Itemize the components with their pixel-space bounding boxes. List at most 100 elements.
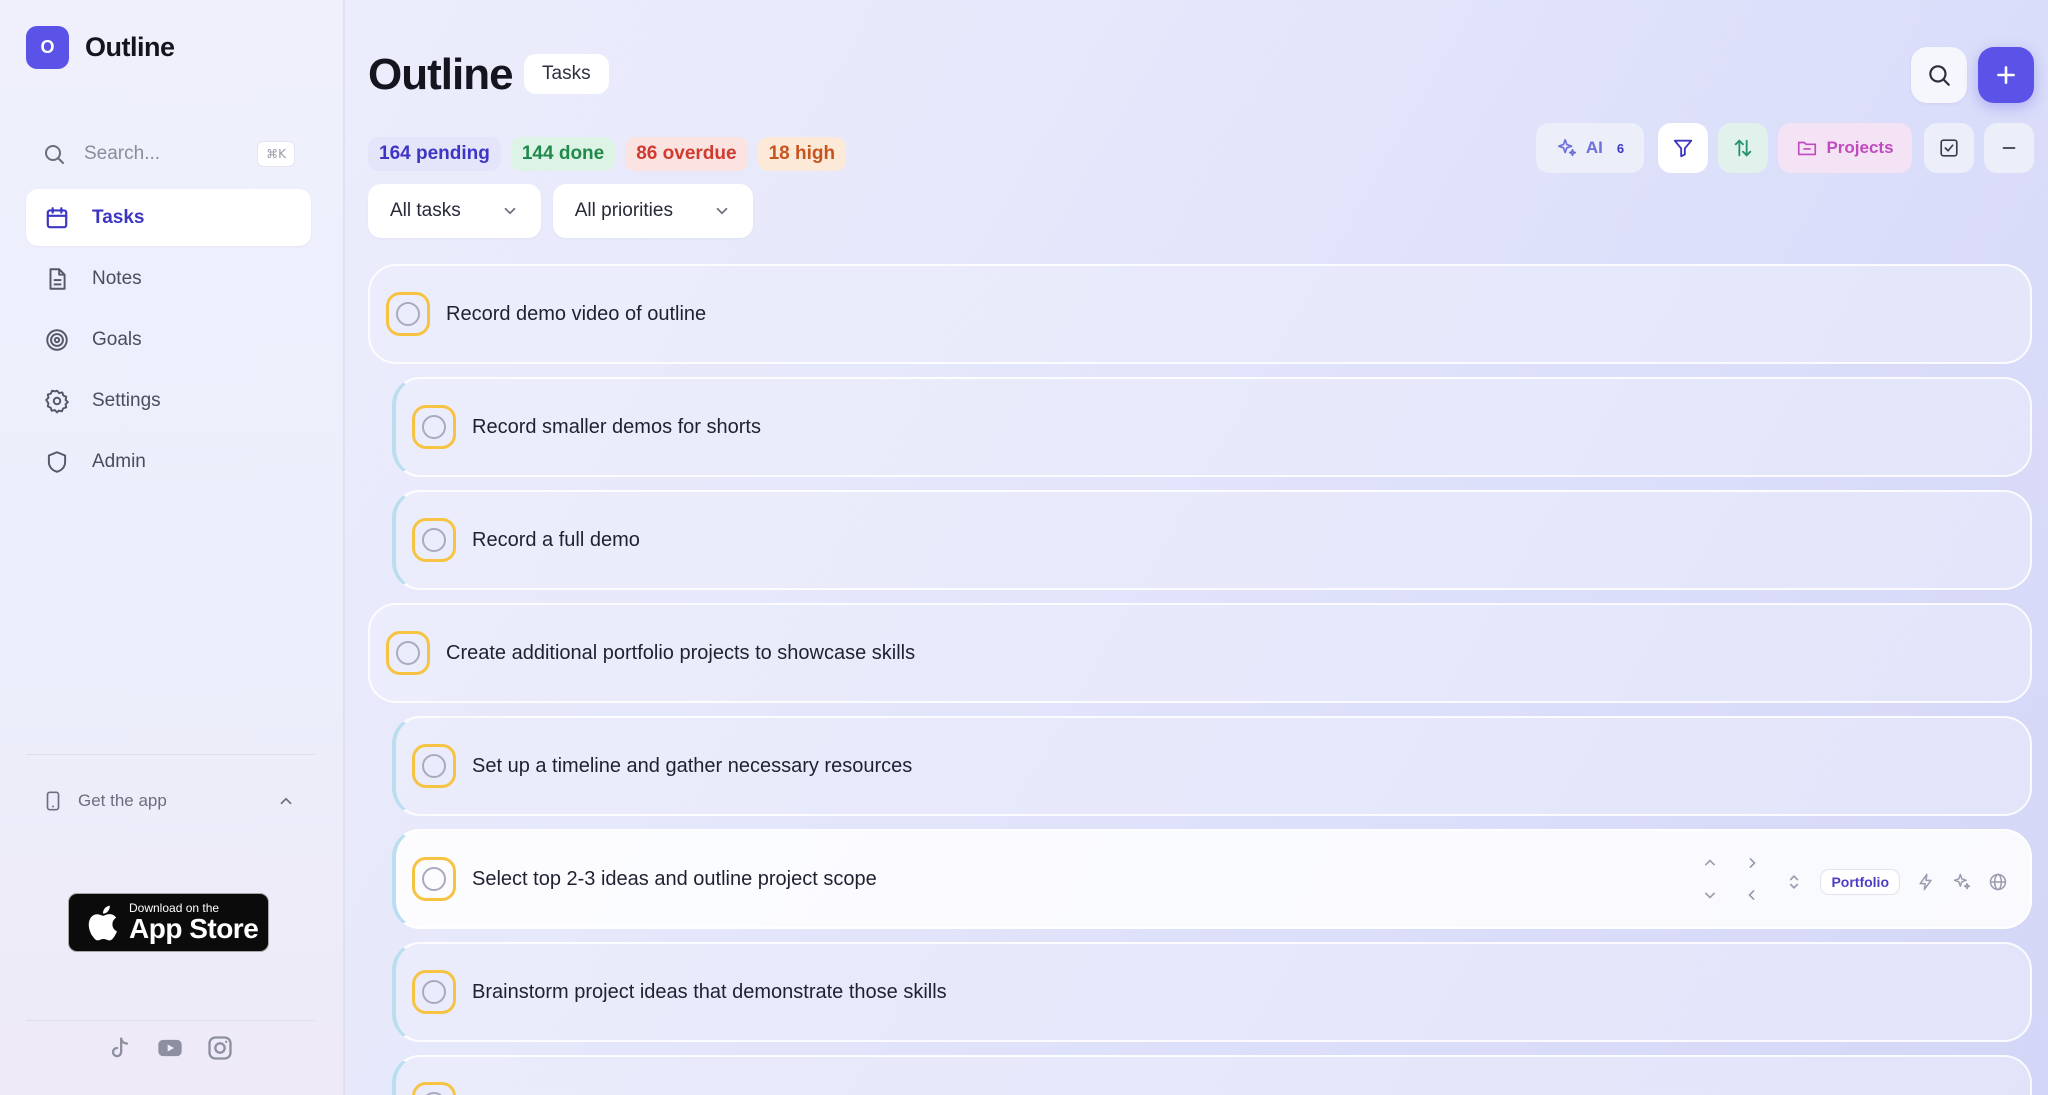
instagram-icon[interactable] bbox=[206, 1034, 234, 1062]
sidebar-item-label: Settings bbox=[92, 389, 161, 411]
sidebar-search[interactable]: Search... ⌘K bbox=[42, 138, 295, 170]
search-shortcut-badge: ⌘K bbox=[257, 141, 295, 167]
sidebar-item-settings[interactable]: Settings bbox=[26, 372, 311, 429]
sparkle-icon bbox=[1557, 138, 1576, 157]
task-checkbox[interactable] bbox=[386, 631, 430, 675]
task-checkbox[interactable] bbox=[412, 1082, 456, 1095]
subtask-item[interactable]: Brainstorm project ideas that demonstrat… bbox=[392, 942, 2032, 1042]
move-up-icon[interactable] bbox=[1700, 853, 1720, 873]
checkbox-ring bbox=[422, 980, 446, 1004]
checkbox-ring bbox=[396, 641, 420, 665]
sparkle-icon[interactable] bbox=[1952, 872, 1972, 892]
sidebar-item-tasks[interactable]: Tasks bbox=[26, 189, 311, 246]
task-checkbox[interactable] bbox=[412, 518, 456, 562]
sidebar-item-admin[interactable]: Admin bbox=[26, 433, 311, 490]
youtube-icon[interactable] bbox=[156, 1034, 184, 1062]
sidebar-nav: Tasks Notes Goals Settings Admin bbox=[26, 189, 311, 494]
expand-collapse-icon[interactable] bbox=[1784, 872, 1804, 892]
subtask-item[interactable]: Record a full demo bbox=[392, 490, 2032, 590]
tiktok-icon[interactable] bbox=[106, 1034, 134, 1062]
stat-done[interactable]: 144 done bbox=[510, 137, 616, 171]
shield-icon bbox=[47, 450, 67, 473]
indent-icon[interactable] bbox=[1742, 853, 1762, 873]
search-icon bbox=[1929, 65, 1950, 86]
filter-icon bbox=[1673, 139, 1693, 158]
collapse-button[interactable] bbox=[1984, 123, 2034, 173]
task-title: Record a full demo bbox=[472, 528, 640, 551]
stat-overdue[interactable]: 86 overdue bbox=[625, 137, 748, 171]
lightning-icon[interactable] bbox=[1916, 872, 1936, 892]
sidebar-item-label: Admin bbox=[92, 450, 146, 472]
target-icon bbox=[46, 328, 68, 351]
stat-high[interactable]: 18 high bbox=[757, 137, 847, 171]
sort-button[interactable] bbox=[1718, 123, 1768, 173]
task-item[interactable]: Create additional portfolio projects to … bbox=[368, 603, 2032, 703]
checkbox-ring bbox=[422, 415, 446, 439]
subtask-item[interactable]: Set up a timeline and gather necessary r… bbox=[392, 716, 2032, 816]
stat-pending[interactable]: 164 pending bbox=[368, 137, 501, 171]
view-chip[interactable]: Tasks bbox=[524, 54, 609, 94]
apple-icon bbox=[88, 905, 117, 940]
task-checkbox[interactable] bbox=[412, 405, 456, 449]
search-icon bbox=[45, 145, 64, 164]
task-checkbox[interactable] bbox=[412, 744, 456, 788]
ai-label: AI bbox=[1585, 138, 1603, 157]
plus-icon bbox=[1997, 66, 2015, 84]
search-button[interactable] bbox=[1911, 47, 1967, 103]
social-links bbox=[106, 1034, 234, 1062]
select-mode-button[interactable] bbox=[1924, 123, 1974, 173]
get-app-label: Get the app bbox=[78, 791, 167, 810]
chevron-down-icon bbox=[504, 207, 516, 215]
ai-button[interactable]: AI 6 bbox=[1536, 123, 1644, 173]
task-stats: 164 pending 144 done 86 overdue 18 high bbox=[368, 137, 847, 171]
page-title: Outline bbox=[368, 50, 514, 99]
add-task-button[interactable] bbox=[1978, 47, 2034, 103]
sidebar-item-label: Tasks bbox=[92, 206, 145, 228]
get-app-toggle[interactable]: Get the app bbox=[42, 786, 295, 816]
status-filter-dropdown[interactable]: All tasks bbox=[368, 184, 541, 238]
sort-icon bbox=[1734, 139, 1752, 157]
move-down-icon[interactable] bbox=[1700, 885, 1720, 905]
task-checkbox[interactable] bbox=[412, 857, 456, 901]
app-store-badge[interactable]: Download on the App Store bbox=[68, 893, 269, 952]
task-item[interactable]: Record demo video of outline bbox=[368, 264, 2032, 364]
priority-filter-dropdown[interactable]: All priorities bbox=[552, 184, 753, 238]
checkbox-ring bbox=[422, 528, 446, 552]
outdent-icon[interactable] bbox=[1742, 885, 1762, 905]
sidebar-item-label: Goals bbox=[92, 328, 142, 350]
subtask-item[interactable]: Select top 2-3 ideas and outline project… bbox=[392, 829, 2032, 929]
projects-button[interactable]: Projects bbox=[1778, 123, 1912, 173]
document-icon bbox=[49, 267, 66, 290]
subtask-item-partial[interactable] bbox=[392, 1055, 2032, 1095]
sidebar-divider bbox=[26, 754, 315, 755]
task-checkbox[interactable] bbox=[412, 970, 456, 1014]
sidebar-item-goals[interactable]: Goals bbox=[26, 311, 311, 368]
gear-icon bbox=[45, 389, 69, 413]
checkbox-ring bbox=[422, 867, 446, 891]
globe-icon[interactable] bbox=[1988, 872, 2008, 892]
app-store-text: Download on the App Store bbox=[129, 902, 259, 944]
sidebar: O Outline Search... ⌘K Tasks Notes Goals… bbox=[0, 0, 345, 1095]
chevron-down-icon bbox=[716, 207, 728, 215]
app-store-big-text: App Store bbox=[129, 913, 259, 944]
app-name: Outline bbox=[85, 32, 175, 62]
search-placeholder: Search... bbox=[84, 143, 161, 164]
chevron-up-icon bbox=[280, 797, 292, 805]
project-tag[interactable]: Portfolio bbox=[1820, 869, 1900, 895]
filter-button[interactable] bbox=[1658, 123, 1708, 173]
sidebar-item-notes[interactable]: Notes bbox=[26, 250, 311, 307]
checkbox-ring bbox=[396, 302, 420, 326]
task-title: Record smaller demos for shorts bbox=[472, 415, 761, 438]
brand[interactable]: O Outline bbox=[26, 26, 175, 69]
folder-icon bbox=[1798, 141, 1817, 156]
subtask-item[interactable]: Record smaller demos for shorts bbox=[392, 377, 2032, 477]
minus-icon bbox=[2002, 147, 2016, 149]
projects-label: Projects bbox=[1826, 138, 1894, 157]
sidebar-item-label: Notes bbox=[92, 267, 142, 289]
task-title: Select top 2-3 ideas and outline project… bbox=[472, 867, 877, 890]
checkbox-ring bbox=[422, 754, 446, 778]
priority-filter-value: All priorities bbox=[574, 200, 673, 221]
task-title: Create additional portfolio projects to … bbox=[446, 641, 916, 664]
task-actions: Portfolio bbox=[1700, 853, 2008, 911]
task-checkbox[interactable] bbox=[386, 292, 430, 336]
